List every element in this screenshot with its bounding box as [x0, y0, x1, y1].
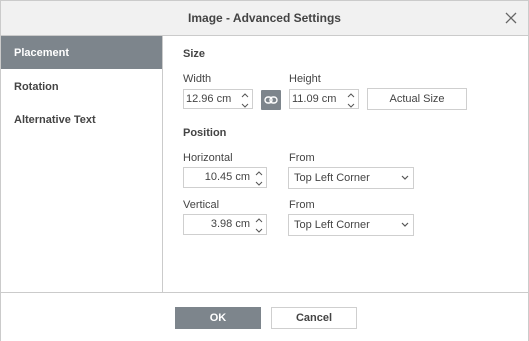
ok-button[interactable]: OK: [175, 307, 261, 329]
chevron-down-icon: [401, 222, 409, 227]
width-increment-icon[interactable]: [241, 91, 249, 99]
height-increment-icon[interactable]: [347, 91, 355, 99]
cancel-button[interactable]: Cancel: [271, 307, 357, 329]
horizontal-label: Horizontal: [183, 152, 233, 164]
vertical-from-label: From: [289, 199, 315, 211]
height-input[interactable]: [292, 92, 344, 106]
height-spinner: [289, 89, 359, 109]
actual-size-button[interactable]: Actual Size: [367, 88, 467, 110]
sidebar-item-label: Placement: [14, 47, 70, 59]
dialog-title: Image - Advanced Settings: [188, 11, 341, 25]
sidebar-item-label: Alternative Text: [14, 114, 96, 126]
vertical-decrement-icon[interactable]: [255, 225, 263, 233]
height-decrement-icon[interactable]: [347, 100, 355, 108]
vertical-from-value: Top Left Corner: [294, 219, 370, 231]
horizontal-from-value: Top Left Corner: [294, 172, 370, 184]
size-section-title: Size: [183, 48, 206, 60]
vertical-from-select[interactable]: Top Left Corner: [288, 214, 414, 236]
dialog-footer: OK Cancel: [1, 292, 528, 341]
close-icon[interactable]: [503, 10, 519, 26]
vertical-label: Vertical: [183, 199, 220, 211]
height-label: Height: [289, 73, 321, 85]
width-spinner: [183, 89, 253, 109]
sidebar-item-placement[interactable]: Placement: [1, 36, 162, 69]
dialog-titlebar: Image - Advanced Settings: [1, 1, 528, 36]
horizontal-increment-icon[interactable]: [255, 169, 263, 177]
sidebar-item-label: Rotation: [14, 81, 59, 93]
chevron-down-icon: [401, 175, 409, 180]
constrain-proportions-button[interactable]: [261, 90, 281, 110]
width-decrement-icon[interactable]: [241, 100, 249, 108]
horizontal-decrement-icon[interactable]: [255, 178, 263, 186]
advanced-settings-dialog: Image - Advanced Settings Placement Rota…: [0, 0, 529, 341]
horizontal-from-select[interactable]: Top Left Corner: [288, 167, 414, 189]
position-section-title: Position: [183, 127, 227, 139]
horizontal-from-label: From: [289, 152, 315, 164]
width-label: Width: [183, 73, 212, 85]
vertical-increment-icon[interactable]: [255, 216, 263, 224]
vertical-input[interactable]: [186, 217, 250, 231]
sidebar-item-alternative-text[interactable]: Alternative Text: [1, 103, 162, 136]
link-icon: [264, 96, 278, 104]
settings-sidebar: Placement Rotation Alternative Text: [1, 36, 163, 292]
vertical-spinner: [183, 214, 267, 235]
width-input[interactable]: [186, 92, 238, 106]
sidebar-item-rotation[interactable]: Rotation: [1, 70, 162, 103]
horizontal-input[interactable]: [186, 170, 250, 184]
horizontal-spinner: [183, 167, 267, 188]
